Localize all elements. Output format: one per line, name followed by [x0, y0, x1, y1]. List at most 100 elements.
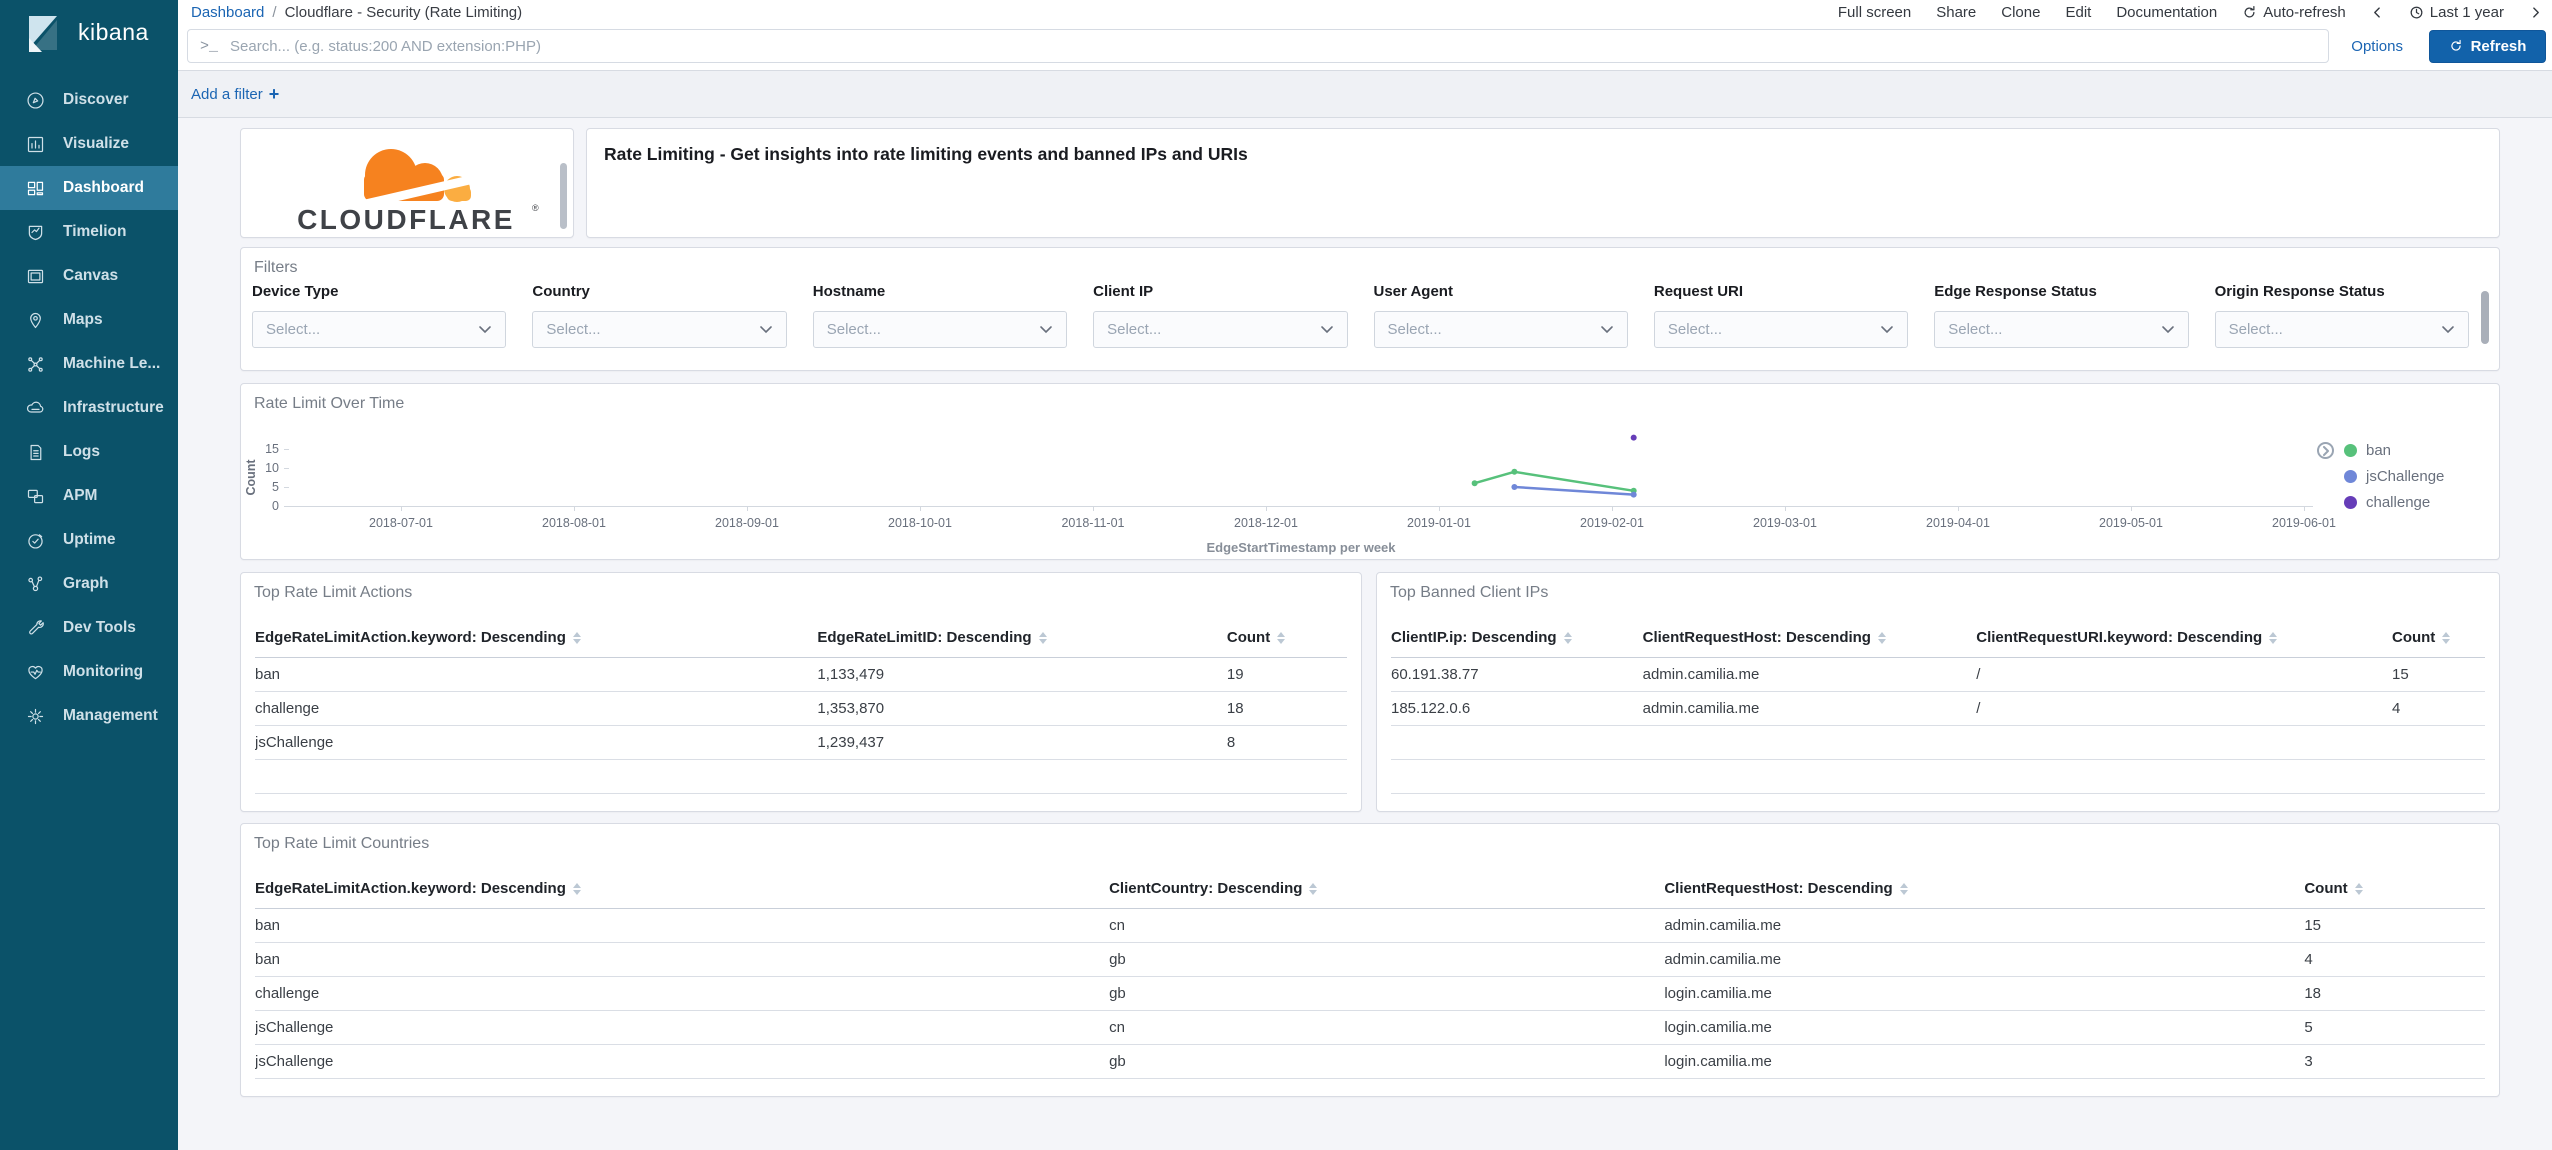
column-header[interactable]: ClientIP.ip: Descending: [1391, 619, 1643, 658]
svg-text:5: 5: [272, 480, 279, 494]
sort-icon: [1038, 632, 1047, 645]
sort-icon: [1563, 632, 1572, 645]
filters-row: Device Type Select... Country Select... Host…: [241, 277, 2499, 348]
sidebar-item-label: Dev Tools: [63, 619, 136, 636]
legend-item-jsChallenge[interactable]: jsChallenge: [2344, 463, 2444, 489]
filter-select-edge-response-status[interactable]: Select...: [1934, 311, 2189, 348]
filter-select-request-uri[interactable]: Select...: [1653, 311, 1909, 348]
countries-table: EdgeRateLimitAction.keyword: Descending C…: [255, 870, 2485, 1079]
column-header[interactable]: Count: [2304, 870, 2485, 909]
filter-field-country: Country Select...: [532, 283, 787, 348]
canvas-icon: [25, 266, 46, 287]
svg-text:0: 0: [272, 499, 279, 513]
legend-item-challenge[interactable]: challenge: [2344, 489, 2444, 515]
sidebar-item-label: Maps: [63, 311, 103, 328]
filter-select-origin-response-status[interactable]: Select...: [2214, 311, 2469, 348]
table-row: 60.191.38.77 admin.camilia.me/15: [1391, 657, 2485, 692]
topnav-clone[interactable]: Clone: [2001, 4, 2040, 21]
filter-select-user-agent[interactable]: Select...: [1373, 311, 1628, 348]
main-area: Dashboard / Cloudflare - Security (Rate …: [178, 0, 2552, 1150]
add-filter-button[interactable]: Add a filter +: [191, 85, 279, 103]
sidebar-item-management[interactable]: Management: [0, 694, 178, 738]
column-header[interactable]: ClientCountry: Descending: [1109, 870, 1665, 909]
table-cell: 1,133,479: [817, 657, 1227, 692]
column-header[interactable]: Count: [1226, 619, 1347, 658]
select-placeholder: Select...: [826, 321, 881, 338]
column-header[interactable]: ClientRequestURI.keyword: Descending: [1976, 619, 2392, 658]
uptime-icon: [25, 530, 46, 551]
sort-icon: [572, 883, 581, 896]
refresh-button[interactable]: Refresh: [2429, 29, 2546, 63]
select-placeholder: Select...: [1948, 321, 2003, 338]
breadcrumb-current: Cloudflare - Security (Rate Limiting): [284, 3, 523, 21]
filters-panel-title: Filters: [254, 259, 298, 276]
sidebar-item-logs[interactable]: Logs: [0, 430, 178, 474]
top-rate-limit-actions-panel: Top Rate Limit Actions EdgeRateLimitActi…: [240, 572, 1362, 812]
sidebar-item-label: Management: [63, 707, 158, 724]
table-cell: 3: [2304, 1044, 2485, 1079]
topnav-auto-refresh[interactable]: Auto-refresh: [2242, 4, 2346, 21]
legend-expand-icon[interactable]: [2317, 442, 2334, 459]
sidebar-item-discover[interactable]: Discover: [0, 78, 178, 122]
select-placeholder: Select...: [1107, 321, 1162, 338]
empty-row: [255, 759, 1347, 794]
sidebar-item-monitoring[interactable]: Monitoring: [0, 650, 178, 694]
topnav-time-range[interactable]: Last 1 year: [2409, 4, 2504, 21]
filter-label: Request URI: [1653, 283, 1744, 300]
auto-refresh-icon: [2244, 5, 2255, 17]
table-cell: gb: [1109, 942, 1665, 977]
chevron-down-icon: [479, 326, 492, 334]
topnav-next-time-chevron[interactable]: [2529, 5, 2542, 20]
sidebar-item-label: APM: [63, 487, 98, 504]
sidebar-item-canvas[interactable]: Canvas: [0, 254, 178, 298]
sidebar-item-visualize[interactable]: Visualize: [0, 122, 178, 166]
search-placeholder: Search... (e.g. status:200 AND extension…: [230, 37, 542, 55]
sidebar-item-infrastructure[interactable]: Infrastructure: [0, 386, 178, 430]
table-row: jsChallenge cn login.camilia.me 5: [255, 1010, 2485, 1045]
column-header[interactable]: EdgeRateLimitAction.keyword: Descending: [255, 870, 1110, 909]
top-nav: Full screen Share Clone Edit Documentation Au…: [1838, 4, 2542, 21]
sort-icon: [1899, 883, 1908, 896]
svg-text:15: 15: [265, 442, 279, 456]
topnav-documentation[interactable]: Documentation: [2116, 4, 2217, 21]
sidebar-item-machine-le[interactable]: Machine Le...: [0, 342, 178, 386]
machine-learning-icon: [25, 354, 46, 375]
sidebar-item-maps[interactable]: Maps: [0, 298, 178, 342]
sidebar-item-dev-tools[interactable]: Dev Tools: [0, 606, 178, 650]
countries-panel-title: Top Rate Limit Countries: [254, 835, 430, 852]
filter-field-user-agent: User Agent Select...: [1373, 283, 1628, 348]
sidebar-item-timelion[interactable]: Timelion: [0, 210, 178, 254]
filter-select-country[interactable]: Select...: [532, 311, 787, 348]
topnav-share[interactable]: Share: [1936, 4, 1976, 21]
sidebar-item-graph[interactable]: Graph: [0, 562, 178, 606]
sidebar-item-uptime[interactable]: Uptime: [0, 518, 178, 562]
filter-select-client-ip[interactable]: Select...: [1093, 311, 1348, 348]
sidebar-item-apm[interactable]: APM: [0, 474, 178, 518]
kibana-logo[interactable]: kibana: [0, 0, 178, 64]
topnav-full-screen[interactable]: Full screen: [1838, 4, 1911, 21]
breadcrumb-dashboard-link[interactable]: Dashboard: [191, 4, 264, 21]
svg-text:Count: Count: [244, 459, 258, 496]
options-link[interactable]: Options: [2351, 38, 2403, 55]
filter-select-device-type[interactable]: Select...: [252, 311, 507, 348]
search-input[interactable]: >_ Search... (e.g. status:200 AND extens…: [187, 29, 2330, 63]
column-header[interactable]: EdgeRateLimitID: Descending: [817, 619, 1227, 658]
select-placeholder: Select...: [546, 321, 601, 338]
topnav-edit[interactable]: Edit: [2065, 4, 2091, 21]
sidebar-nav: Discover Visualize Dashboard Timelion Canvas…: [0, 78, 178, 738]
legend-item-ban[interactable]: ban: [2344, 437, 2444, 463]
column-header[interactable]: EdgeRateLimitAction.keyword: Descending: [255, 619, 818, 658]
filter-field-edge-response-status: Edge Response Status Select...: [1934, 283, 2189, 348]
table-cell: jsChallenge: [255, 1044, 1110, 1079]
sidebar-item-dashboard[interactable]: Dashboard: [0, 166, 178, 210]
column-header[interactable]: ClientRequestHost: Descending: [1664, 870, 2305, 909]
svg-text:2019-03-01: 2019-03-01: [1753, 516, 1817, 530]
filters-panel-scrollbar[interactable]: [2481, 291, 2489, 344]
svg-text:2019-02-01: 2019-02-01: [1580, 516, 1644, 530]
filter-select-hostname[interactable]: Select...: [812, 311, 1068, 348]
column-header[interactable]: ClientRequestHost: Descending: [1642, 619, 1977, 658]
logo-panel-scrollbar[interactable]: [560, 163, 567, 229]
column-header[interactable]: Count: [2391, 619, 2485, 658]
topnav-prev-time-chevron[interactable]: [2371, 5, 2384, 20]
table-row: ban gb admin.camilia.me 4: [255, 942, 2485, 977]
